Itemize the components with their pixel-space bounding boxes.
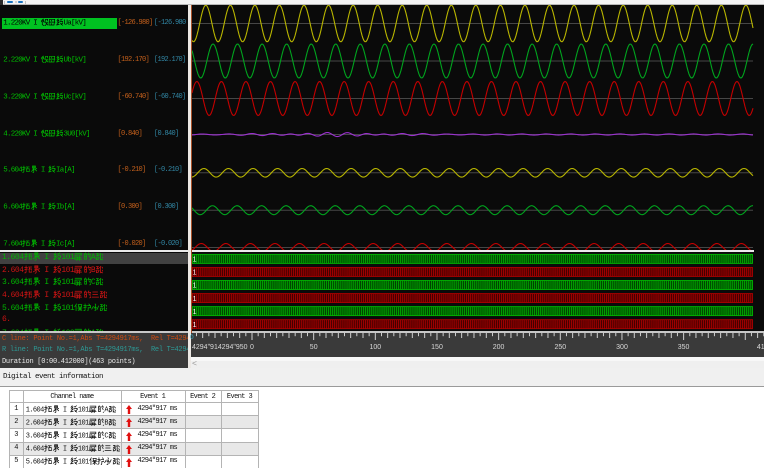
- svg-text:412: 412: [757, 344, 764, 351]
- svg-text:1: 1: [193, 256, 197, 263]
- svg-text:350: 350: [678, 344, 690, 351]
- svg-text:150: 150: [431, 344, 443, 351]
- svg-text:200: 200: [493, 344, 505, 351]
- svg-text:0: 0: [250, 344, 254, 351]
- svg-text:50: 50: [310, 344, 318, 351]
- svg-text:1: 1: [193, 269, 197, 276]
- svg-text:100: 100: [369, 344, 381, 351]
- svg-text:250: 250: [554, 344, 566, 351]
- svg-text:4294ʺ914294ʺ950: 4294ʺ914294ʺ950: [192, 343, 248, 351]
- svg-text:1: 1: [193, 321, 197, 328]
- svg-text:1: 1: [193, 282, 197, 289]
- svg-text:300: 300: [616, 344, 628, 351]
- svg-text:1: 1: [193, 308, 197, 315]
- svg-text:1: 1: [193, 295, 197, 302]
